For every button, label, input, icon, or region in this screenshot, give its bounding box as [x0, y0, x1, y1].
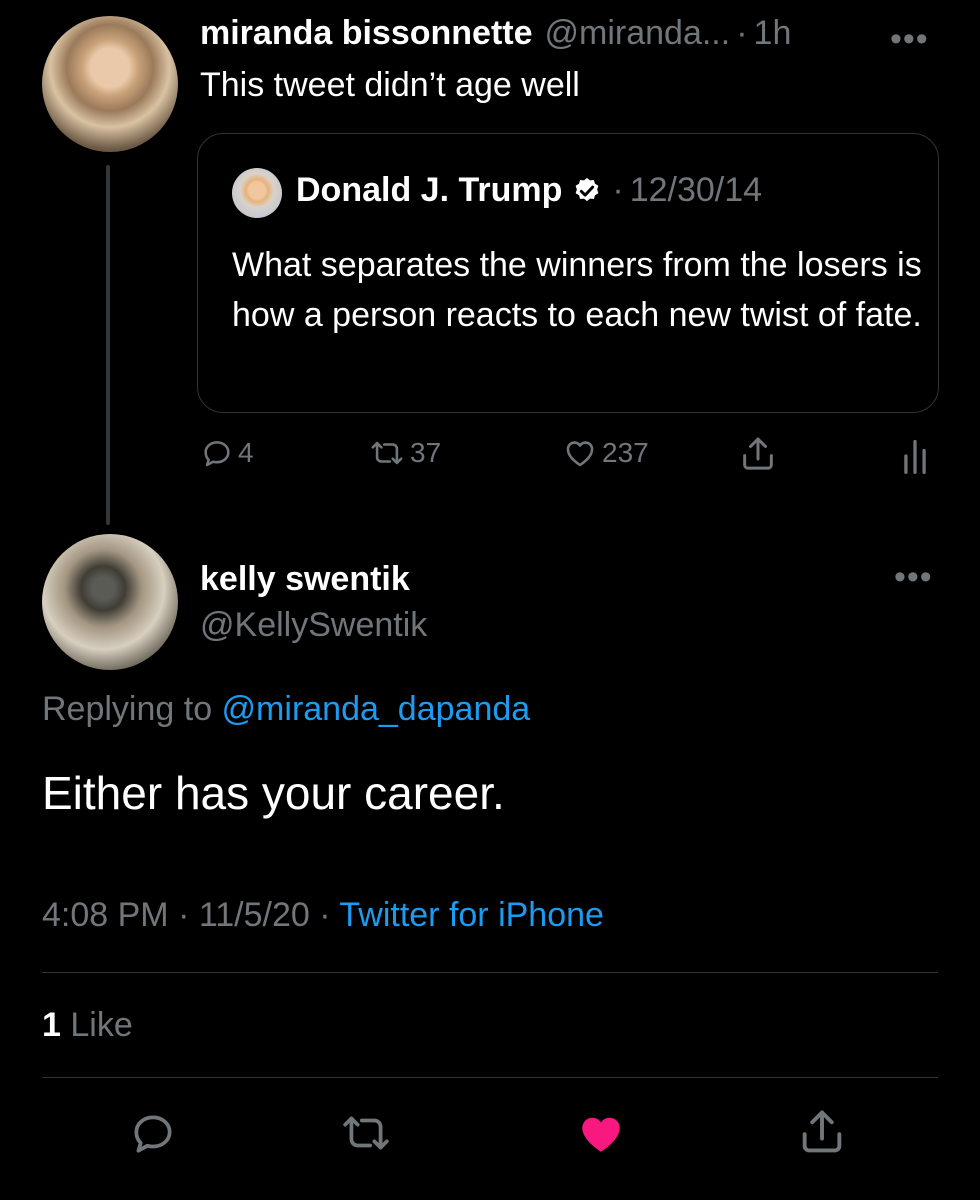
likes-count-link[interactable]: 1 Like: [42, 1006, 133, 1045]
analytics-icon: [904, 439, 926, 474]
tweet2-like-button[interactable]: [574, 1108, 632, 1158]
quoted-author-avatar: [232, 168, 282, 218]
thread-line: [106, 165, 110, 525]
heart-icon: [566, 441, 594, 467]
tweet1-author-name[interactable]: miranda bissonnette: [200, 14, 533, 53]
reply-count: 4: [238, 437, 254, 468]
tweet2-text: Either has your career.: [42, 767, 505, 819]
retweet-button[interactable]: 37: [368, 436, 441, 470]
quoted-tweet-date: 12/30/14: [629, 171, 763, 209]
tweet2-share-button[interactable]: [796, 1106, 852, 1158]
retweet-icon: [371, 441, 403, 465]
tweet1-author-handle[interactable]: @miranda...: [545, 14, 731, 53]
tweet1-text: This tweet didn’t age well: [200, 66, 580, 104]
likes-number: 1: [42, 1006, 61, 1044]
replying-to-line: Replying to @miranda_dapanda: [42, 690, 530, 729]
likes-label: Like: [60, 1006, 133, 1044]
reply-icon: [134, 1115, 172, 1153]
tweet1-header: miranda bissonnette @miranda... · 1h: [200, 14, 791, 58]
tweet2-reply-button[interactable]: [128, 1108, 182, 1158]
retweet-icon: [343, 1116, 389, 1150]
tweet2-time: 4:08 PM: [42, 896, 169, 934]
tweet2-retweet-button[interactable]: [338, 1108, 398, 1158]
tweet1-more-icon[interactable]: •••: [890, 20, 929, 59]
tweet2-more-icon[interactable]: •••: [894, 558, 933, 597]
tweet2-author-name[interactable]: kelly swentik: [200, 560, 410, 599]
tweet2-source-link[interactable]: Twitter for iPhone: [339, 896, 604, 934]
like-count: 237: [602, 437, 649, 468]
quoted-tweet-text: What separates the winners from the lose…: [232, 246, 922, 334]
like-button[interactable]: 237: [562, 436, 649, 470]
divider: [42, 972, 938, 973]
share-button[interactable]: [738, 434, 782, 474]
tweet1-timestamp[interactable]: 1h: [754, 14, 792, 53]
reply-button[interactable]: 4: [200, 436, 254, 470]
separator-dot: ·: [736, 14, 748, 52]
tweet2-date: 11/5/20: [198, 896, 310, 934]
share-icon: [802, 1110, 842, 1153]
avatar-miranda[interactable]: [42, 16, 178, 152]
quoted-tweet-header: Donald J. Trump · 12/30/14: [296, 171, 762, 210]
tweet2-metadata: 4:08 PM · 11/5/20 · Twitter for iPhone: [42, 896, 604, 935]
heart-icon: [582, 1117, 620, 1152]
retweet-count: 37: [410, 437, 442, 468]
reply-icon: [204, 441, 230, 467]
divider: [42, 1077, 938, 1078]
separator-dot: ·: [612, 171, 624, 209]
tweet2-author-handle[interactable]: @KellySwentik: [200, 606, 427, 645]
separator-dot: ·: [309, 896, 340, 934]
analytics-button[interactable]: [900, 436, 934, 476]
verified-badge-icon: [572, 176, 602, 206]
avatar-kelly[interactable]: [42, 534, 178, 670]
share-icon: [743, 437, 773, 470]
quoted-author-name: Donald J. Trump: [296, 171, 563, 209]
replying-to-link[interactable]: @miranda_dapanda: [222, 690, 531, 728]
quoted-tweet-card[interactable]: Donald J. Trump · 12/30/14 What separate…: [197, 133, 939, 413]
replying-to-label: Replying to: [42, 690, 222, 728]
separator-dot: ·: [168, 896, 199, 934]
